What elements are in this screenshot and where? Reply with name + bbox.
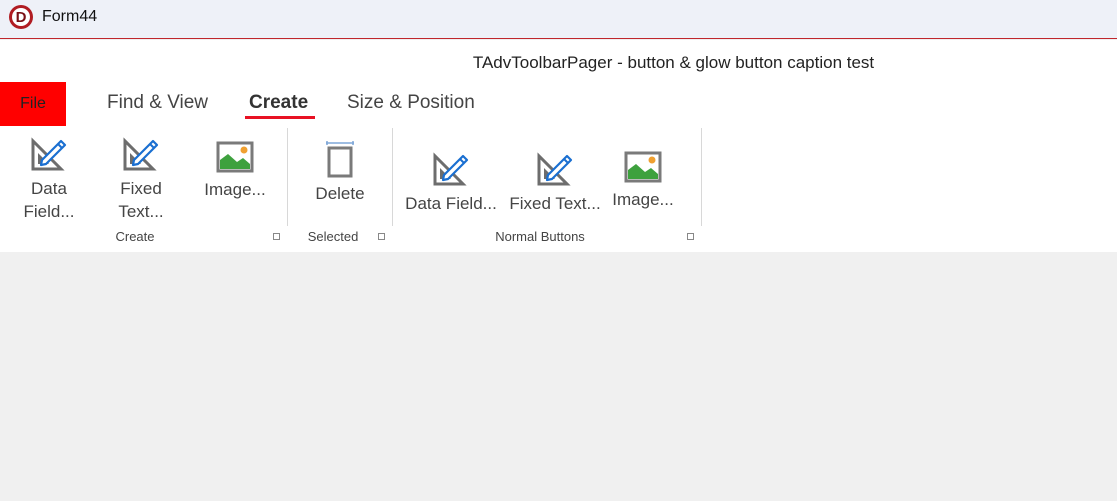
fixed-text-icon (537, 152, 573, 186)
image-button[interactable]: Image... (198, 140, 272, 201)
group-launcher-selected[interactable] (378, 233, 385, 240)
group-label-create: Create (115, 229, 155, 244)
delete-icon (326, 141, 354, 178)
form-content-area (0, 252, 1117, 501)
ribbon: TAdvToolbarPager - button & glow button … (0, 40, 1117, 252)
group-separator (392, 128, 393, 226)
data-field-icon (433, 152, 469, 186)
group-launcher-normal-buttons[interactable] (687, 233, 694, 240)
data-field-button[interactable]: Data Field... (14, 133, 84, 223)
image-icon (216, 141, 254, 173)
normal-image-button[interactable]: Image... (606, 150, 680, 211)
fixed-text-icon (123, 137, 159, 171)
group-launcher-create[interactable] (273, 233, 280, 240)
fixed-text-button[interactable]: Fixed Text... (106, 133, 176, 223)
normal-data-field-button[interactable]: Data Field... (401, 148, 501, 215)
window-title: Form44 (42, 8, 98, 25)
ribbon-caption: TAdvToolbarPager - button & glow button … (472, 53, 875, 72)
group-label-normal-buttons: Normal Buttons (495, 229, 585, 244)
group-label-selected: Selected (307, 229, 359, 244)
tab-create[interactable]: Create (249, 92, 308, 114)
title-bar: D Form44 (0, 0, 1117, 39)
normal-fixed-text-button[interactable]: Fixed Text... (505, 148, 605, 215)
tab-size-position[interactable]: Size & Position (347, 92, 475, 114)
tab-find-view[interactable]: Find & View (107, 92, 208, 114)
active-tab-indicator (245, 116, 315, 119)
group-separator (287, 128, 288, 226)
image-icon (624, 151, 662, 183)
file-tab[interactable]: File (0, 82, 66, 126)
app-logo-icon: D (9, 5, 33, 29)
data-field-icon (31, 137, 67, 171)
delete-button[interactable]: Delete (305, 140, 375, 205)
group-separator (701, 128, 702, 226)
